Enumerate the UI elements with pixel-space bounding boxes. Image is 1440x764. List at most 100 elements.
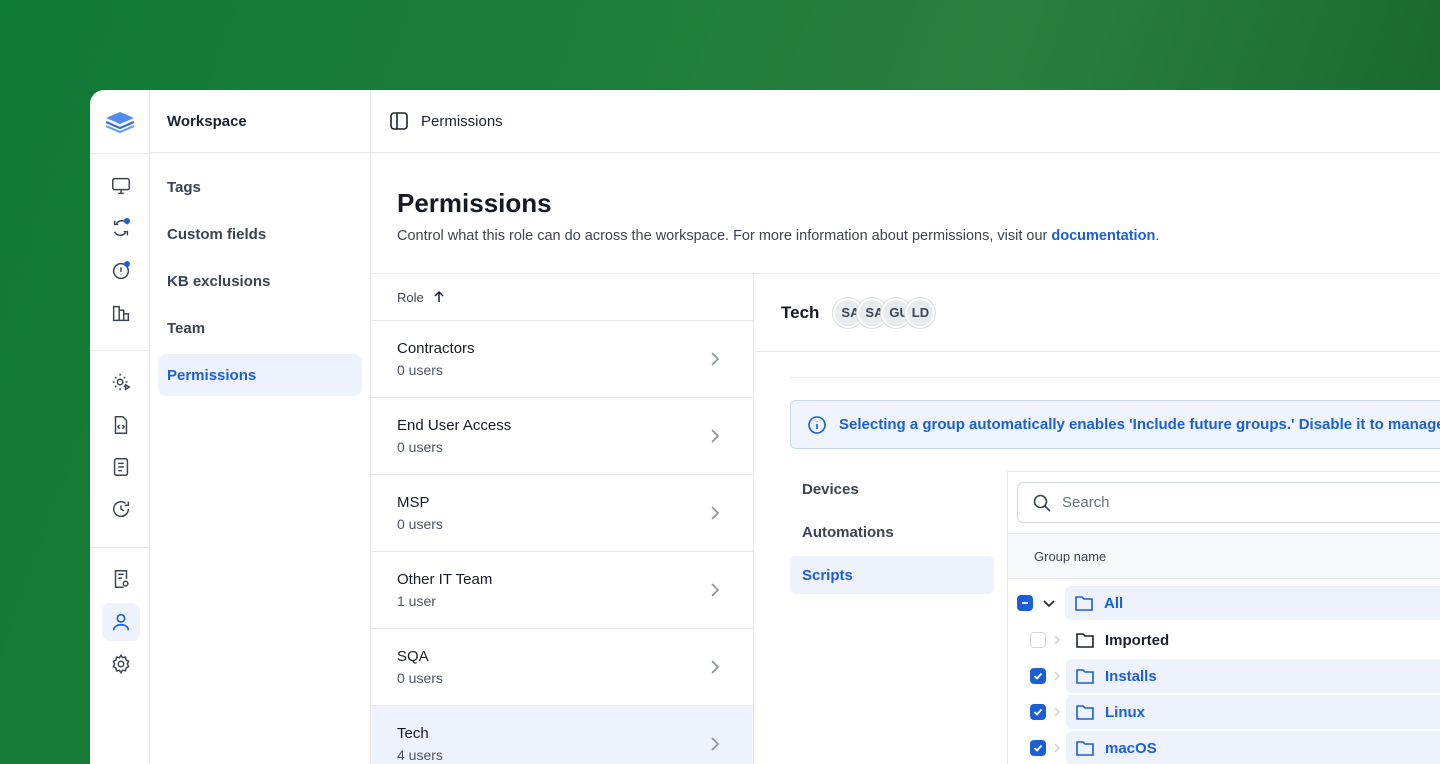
sidebar-item-kb-exclusions[interactable]: KB exclusions bbox=[158, 260, 362, 302]
sync-icon[interactable] bbox=[102, 209, 140, 247]
check-icon bbox=[1033, 672, 1043, 680]
folder-icon bbox=[1076, 633, 1094, 648]
group-checkbox-checked[interactable] bbox=[1030, 704, 1046, 720]
sidebar-item-team[interactable]: Team bbox=[158, 307, 362, 349]
role-row[interactable]: End User Access 0 users bbox=[371, 398, 753, 475]
info-banner: Selecting a group automatically enables … bbox=[790, 400, 1440, 449]
document-icon[interactable] bbox=[102, 448, 140, 486]
documentation-link[interactable]: documentation bbox=[1051, 228, 1155, 244]
role-row-selected[interactable]: Tech 4 users bbox=[371, 706, 753, 764]
folder-icon bbox=[1076, 741, 1094, 756]
group-checkbox-mixed[interactable] bbox=[1017, 595, 1033, 611]
divider bbox=[790, 377, 1440, 378]
buildings-icon[interactable] bbox=[102, 294, 140, 332]
sidebar-item-permissions[interactable]: Permissions bbox=[158, 354, 362, 396]
page-description-suffix: . bbox=[1155, 228, 1160, 244]
chevron-right-icon bbox=[711, 583, 720, 597]
chevron-right-icon bbox=[711, 352, 720, 366]
code-file-icon[interactable] bbox=[102, 406, 140, 444]
group-name: macOS bbox=[1105, 739, 1157, 757]
role-user-count: 1 user bbox=[397, 593, 436, 609]
tree-row: All bbox=[1008, 586, 1440, 620]
role-header-label: Role bbox=[397, 289, 424, 305]
role-detail-header: Tech SA SA GU LD bbox=[755, 274, 1440, 352]
avatar: LD bbox=[905, 297, 936, 328]
role-detail: Tech SA SA GU LD Selecting a group autom… bbox=[755, 274, 1440, 764]
user-icon[interactable] bbox=[102, 603, 140, 641]
group-item-installs[interactable]: Installs bbox=[1066, 659, 1440, 693]
page-description: Control what this role can do across the… bbox=[397, 228, 1159, 244]
settings-play-icon[interactable] bbox=[102, 363, 140, 401]
tree-row: Linux bbox=[1008, 695, 1440, 729]
tree-row: Imported bbox=[1008, 623, 1440, 657]
chevron-right-icon bbox=[711, 737, 720, 751]
group-checkbox[interactable] bbox=[1030, 632, 1046, 648]
chevron-right-icon bbox=[711, 660, 720, 674]
check-icon bbox=[1033, 708, 1043, 716]
sidebar-item-tags[interactable]: Tags bbox=[158, 166, 362, 208]
group-name-column-header[interactable]: Group name bbox=[1008, 533, 1440, 579]
group-item-macos[interactable]: macOS bbox=[1066, 731, 1440, 764]
group-item-imported[interactable]: Imported bbox=[1066, 623, 1440, 657]
group-name: Imported bbox=[1105, 631, 1170, 649]
rail-separator bbox=[90, 350, 150, 351]
page-description-text: Control what this role can do across the… bbox=[397, 228, 1052, 244]
gear-icon[interactable] bbox=[102, 645, 140, 683]
info-icon bbox=[808, 415, 826, 434]
search-box bbox=[1017, 482, 1440, 523]
history-icon[interactable] bbox=[102, 490, 140, 528]
tree-row: macOS bbox=[1008, 731, 1440, 764]
role-user-count: 0 users bbox=[397, 670, 443, 686]
notification-dot bbox=[124, 261, 130, 267]
group-tree-panel: Group name All bbox=[1007, 471, 1440, 764]
search-icon bbox=[1033, 494, 1051, 512]
sort-arrow-up-icon bbox=[434, 290, 444, 302]
rail-separator bbox=[90, 153, 150, 154]
group-checkbox-checked[interactable] bbox=[1030, 668, 1046, 684]
avatar-group[interactable]: SA SA GU LD bbox=[833, 297, 936, 328]
tab-devices[interactable]: Devices bbox=[790, 470, 994, 508]
role-user-count: 4 users bbox=[397, 747, 443, 763]
role-user-count: 0 users bbox=[397, 362, 443, 378]
role-detail-title: Tech bbox=[781, 302, 820, 322]
search-input[interactable] bbox=[1062, 494, 1440, 511]
rail-separator bbox=[90, 547, 150, 548]
tab-scripts[interactable]: Scripts bbox=[790, 556, 994, 594]
role-row[interactable]: Other IT Team 1 user bbox=[371, 552, 753, 629]
role-name: Other IT Team bbox=[397, 571, 493, 588]
sidebar-item-custom-fields[interactable]: Custom fields bbox=[158, 213, 362, 255]
check-icon bbox=[1033, 744, 1043, 752]
role-name: SQA bbox=[397, 648, 429, 665]
tab-automations[interactable]: Automations bbox=[790, 513, 994, 551]
role-name: MSP bbox=[397, 494, 430, 511]
app-window: Workspace Tags Custom fields KB exclusio… bbox=[90, 90, 1440, 764]
monitor-icon[interactable] bbox=[102, 167, 140, 205]
layers-logo-icon[interactable] bbox=[104, 110, 136, 134]
chevron-right-icon bbox=[1054, 635, 1060, 645]
role-name: Tech bbox=[397, 725, 429, 742]
role-row[interactable]: MSP 0 users bbox=[371, 475, 753, 552]
role-row[interactable]: SQA 0 users bbox=[371, 629, 753, 706]
top-bar: Permissions bbox=[371, 90, 1440, 153]
role-user-count: 0 users bbox=[397, 516, 443, 532]
role-column-header[interactable]: Role bbox=[371, 274, 753, 321]
group-item-all[interactable]: All bbox=[1065, 586, 1440, 620]
role-user-count: 0 users bbox=[397, 439, 443, 455]
alert-icon[interactable] bbox=[102, 252, 140, 290]
info-banner-text: Selecting a group automatically enables … bbox=[839, 416, 1440, 433]
chevron-right-icon bbox=[1054, 743, 1060, 753]
group-checkbox-checked[interactable] bbox=[1030, 740, 1046, 756]
folder-icon bbox=[1075, 596, 1093, 611]
tree-row: Installs bbox=[1008, 659, 1440, 693]
minus-icon bbox=[1022, 602, 1028, 604]
page-title: Permissions bbox=[397, 188, 552, 218]
clipboard-settings-icon[interactable] bbox=[102, 560, 140, 598]
roles-list: Role Contractors 0 users End User Access… bbox=[371, 274, 754, 764]
role-row[interactable]: Contractors 0 users bbox=[371, 321, 753, 398]
sidebar-toggle-icon[interactable] bbox=[389, 111, 409, 131]
group-item-linux[interactable]: Linux bbox=[1066, 695, 1440, 729]
folder-icon bbox=[1076, 669, 1094, 684]
topbar-title: Permissions bbox=[421, 112, 503, 130]
folder-icon bbox=[1076, 705, 1094, 720]
chevron-down-icon[interactable] bbox=[1042, 596, 1056, 610]
